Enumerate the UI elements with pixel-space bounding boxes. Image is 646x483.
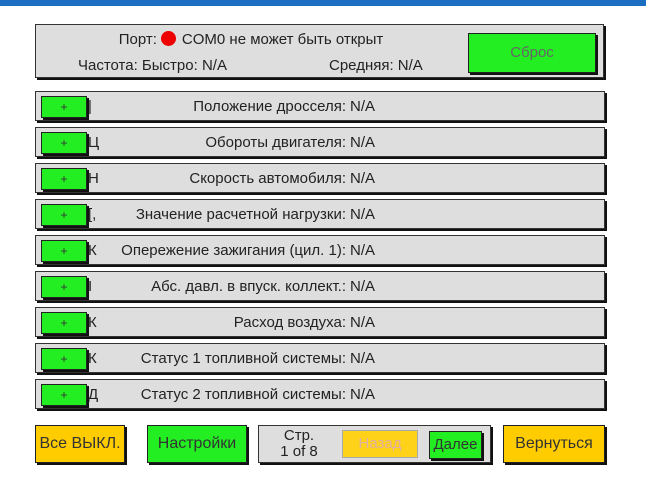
add-sensor-button[interactable]: + (41, 312, 87, 334)
sensor-row: К + Опережение зажигания (цил. 1): N/A (35, 235, 605, 265)
sensor-value: N/A (350, 350, 376, 367)
status-panel: Порт: COM0 не может быть открыт Частота: … (35, 24, 604, 78)
sensor-row: К + Расход воздуха: N/A (35, 307, 605, 337)
sensor-label: Значение расчетной нагрузки: (135, 206, 346, 223)
sensor-value: N/A (350, 278, 376, 295)
reset-button[interactable]: Сброс (468, 33, 596, 73)
page-label: Стр. (283, 427, 315, 444)
settings-button[interactable]: Настройки (147, 425, 247, 463)
add-sensor-button[interactable]: + (41, 240, 87, 262)
port-status: Порт: COM0 не может быть открыт (36, 31, 466, 48)
sensor-label: Опережение зажигания (цил. 1): (121, 242, 346, 259)
add-sensor-button[interactable]: + (41, 132, 87, 154)
sensor-value: N/A (350, 386, 376, 403)
add-sensor-button[interactable]: + (41, 204, 87, 226)
average-label: Средняя: N/A (329, 57, 423, 74)
sensor-label: Статус 2 топливной системы: (140, 386, 346, 403)
sensor-value: N/A (350, 170, 376, 187)
frequency-label: Частота: Быстро: N/A (78, 57, 227, 74)
sensor-value: N/A (350, 206, 376, 223)
sensor-value: N/A (350, 242, 376, 259)
next-button[interactable]: Далее (429, 431, 482, 459)
all-off-button[interactable]: Все ВЫКЛ. (35, 425, 125, 463)
page-value: 1 of 8 (280, 443, 318, 460)
add-sensor-button[interactable]: + (41, 384, 87, 406)
sensor-row: Ц + Обороты двигателя: N/A (35, 127, 605, 157)
port-label: Порт: (118, 31, 157, 48)
port-message: COM0 не может быть открыт (181, 31, 384, 48)
sensor-label: Положение дросселя: (193, 98, 346, 115)
row-prefix: | (88, 98, 92, 115)
sensor-row: К + Статус 1 топливной системы: N/A (35, 343, 605, 373)
sensor-row: I + Абс. давл. в впуск. коллект.: N/A (35, 271, 605, 301)
row-prefix: I (88, 278, 93, 295)
window-top-bar (0, 0, 646, 6)
sensor-value: N/A (350, 134, 376, 151)
sensor-row: [, + Значение расчетной нагрузки: N/A (35, 199, 605, 229)
port-status-indicator-icon (160, 31, 176, 46)
sensor-row: | + Положение дросселя: N/A (35, 91, 605, 121)
pager-panel: Стр. 1 of 8 Назад Далее (258, 425, 491, 463)
sensor-label: Статус 1 топливной системы: (140, 350, 346, 367)
sensor-value: N/A (350, 314, 376, 331)
return-button[interactable]: Вернуться (503, 425, 605, 463)
add-sensor-button[interactable]: + (41, 348, 87, 370)
back-button[interactable]: Назад (342, 430, 418, 458)
sensor-label: Скорость автомобиля: (189, 170, 346, 187)
sensor-value: N/A (350, 98, 376, 115)
sensor-row: Д + Статус 2 топливной системы: N/A (35, 379, 605, 409)
sensor-label: Обороты двигателя: (205, 134, 346, 151)
sensor-label: Расход воздуха: (233, 314, 346, 331)
add-sensor-button[interactable]: + (41, 96, 87, 118)
add-sensor-button[interactable]: + (41, 168, 87, 190)
sensor-label: Абс. давл. в впуск. коллект.: (151, 278, 346, 295)
sensor-row: Н + Скорость автомобиля: N/A (35, 163, 605, 193)
add-sensor-button[interactable]: + (41, 276, 87, 298)
